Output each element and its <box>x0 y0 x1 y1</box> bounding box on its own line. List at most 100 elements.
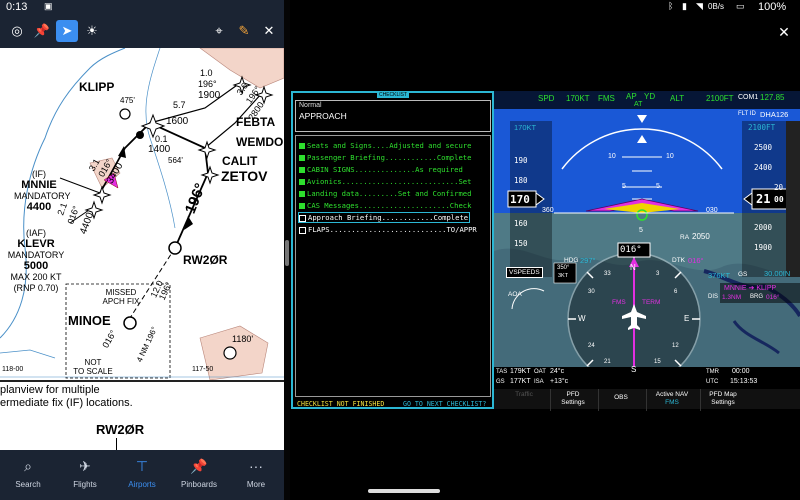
approach-chart[interactable]: KLIPP FEBTA WEMDO CALIT ZETOV RW2ØR MINO… <box>0 48 284 380</box>
transition-line-febta <box>149 82 241 124</box>
status-time: 0:13 <box>6 1 28 13</box>
dis-value: 1.3NM <box>722 294 742 301</box>
draw-pen-icon[interactable]: ✎ <box>233 20 255 42</box>
brightness-icon[interactable]: ☀ <box>81 20 103 42</box>
compass-12: 12 <box>672 343 679 349</box>
checklist-phase: Normal <box>299 102 322 109</box>
approach-chart-svg <box>0 48 284 380</box>
close-icon[interactable]: ✕ <box>774 22 794 42</box>
pitch-label: 5 <box>639 227 643 234</box>
com1-freq[interactable]: 127.85 <box>760 93 784 102</box>
compass-n: N <box>630 263 636 272</box>
klevr-name: KLEVR <box>17 238 55 250</box>
heading-tick-360: 360 <box>542 207 554 214</box>
go-to-next-checklist[interactable]: GO TO NEXT CHECKLIST? <box>403 400 486 408</box>
status-bar-left: 0:13 ▣ <box>0 0 284 14</box>
seg-10-label: 1.0 <box>200 68 213 78</box>
caption-line1: planview for multiple <box>0 384 100 396</box>
crosshair-icon[interactable]: ⌖ <box>208 20 230 42</box>
flt-id-label: FLT ID <box>738 111 756 117</box>
chart-toolbar: ◎ 📌 ➤ ☀ ⌖ ✎ ✕ <box>0 14 284 48</box>
klevr-max-speed: MAX 200 KT <box>10 272 62 282</box>
gs-value: 376KT <box>708 271 731 280</box>
split-handle[interactable] <box>285 240 289 266</box>
nts-line2: TO SCALE <box>73 367 113 376</box>
nav-airports-label: Airports <box>128 480 156 489</box>
nav-search[interactable]: ⌕ Search <box>0 450 56 500</box>
flt-id-value: DHA126 <box>760 110 789 119</box>
checklist-item[interactable]: CABIN SIGNS..............As required <box>299 165 463 174</box>
softkey-line2: FMS <box>665 399 679 406</box>
nav-flights-label: Flights <box>73 480 97 489</box>
baro-setting[interactable]: 30.00IN <box>764 269 790 278</box>
wifi-icon: ◥ <box>696 1 703 11</box>
pitch-label: 5 <box>656 183 660 190</box>
annunc-fms: FMS <box>598 94 615 103</box>
mnnie-name: MNNIE <box>21 179 57 191</box>
pin-icon: 📌 <box>190 458 208 474</box>
plane-icon: ✈ <box>79 458 91 474</box>
compass-3: 3 <box>656 271 660 277</box>
isa-value: +13°c <box>550 378 569 385</box>
hdg-value[interactable]: 297° <box>580 256 596 265</box>
checklist-item[interactable]: Landing data.........Set and Confirmed <box>299 189 471 198</box>
nav-from: MNNIE <box>724 285 747 292</box>
alt-selected[interactable]: 2100FT <box>748 123 775 132</box>
checklist-not-finished: CHECKLIST NOT FINISHED <box>297 400 385 408</box>
seg-01-label: 0.1 <box>155 134 168 144</box>
checklist-item-text: Approach Briefing............Complete <box>308 213 469 222</box>
checklist-item[interactable]: CAS Messages.....................Check <box>299 201 471 210</box>
location-arrow-icon[interactable]: ➤ <box>56 20 78 42</box>
tas-label: TAS <box>496 369 508 375</box>
klevr-rnp: (RNP 0.70) <box>13 283 59 293</box>
dtk-label: DTK <box>672 257 685 264</box>
checklist-tab: CHECKLIST <box>377 92 409 98</box>
softkey-traffic-label: Traffic <box>515 391 533 398</box>
caption-line2: ermediate fix (IF) locations. <box>0 397 133 409</box>
network-speed: 0B/s <box>708 2 725 11</box>
airspeed-tick: 160 <box>514 219 528 228</box>
nav-more[interactable]: ··· More <box>228 450 284 500</box>
compass-6: 6 <box>674 289 678 295</box>
softkey-pfd-settings[interactable]: PFD Settings <box>550 389 595 411</box>
alt-tick: 2500 <box>754 143 773 152</box>
primary-flight-display[interactable]: SPD 170KT FMS AP YD AT ALT 2100FT COM1 1… <box>494 91 800 389</box>
vspeeds-button[interactable]: VSPEEDS <box>506 267 543 278</box>
elev-475-label: 475' <box>120 96 135 105</box>
checklist-item[interactable]: Seats and Signs....Adjusted and secure <box>299 141 471 150</box>
annunc-alt-val: 2100FT <box>706 94 734 103</box>
alt-tick: 1900 <box>754 243 773 252</box>
nav-pinboards[interactable]: 📌 Pinboards <box>171 450 227 500</box>
softkey-obs-label: OBS <box>614 394 628 401</box>
compass-s: S <box>631 365 637 374</box>
alt-tick: 2400 <box>754 163 773 172</box>
softkey-line2: Settings <box>561 399 585 406</box>
minoe-fix <box>123 316 137 330</box>
ra-label: RA <box>680 234 690 241</box>
speed-bug-value[interactable]: 170KT <box>514 123 536 132</box>
nav-flights[interactable]: ✈ Flights <box>57 450 113 500</box>
airspeed-tick: 180 <box>514 176 528 185</box>
tmr-value[interactable]: 00:00 <box>732 368 750 375</box>
check-box-checked <box>299 167 305 173</box>
softkey-bar: Traffic PFD Settings OBS Active NAV FMS PF… <box>494 389 800 411</box>
lon-label-1: 118-00 <box>2 366 24 373</box>
close-icon[interactable]: ✕ <box>258 20 280 42</box>
current-heading: 016° <box>620 245 642 255</box>
brg-value: 016° <box>766 294 780 301</box>
nav-airports[interactable]: ⊤ Airports <box>114 450 170 500</box>
softkey-active-nav[interactable]: Active NAV FMS <box>646 389 697 411</box>
checklist-item-selected[interactable]: Approach Briefing............Complete <box>298 212 471 223</box>
softkey-obs[interactable]: OBS <box>598 389 643 411</box>
dtk-value: 016° <box>688 256 704 265</box>
checklist-item[interactable]: Avionics...........................Set <box>299 177 471 186</box>
checklist-item-text: Landing data.........Set and Confirmed <box>307 189 472 198</box>
layers-icon[interactable]: ◎ <box>6 20 28 42</box>
checklist-item[interactable]: Passenger Briefing............Complete <box>299 153 471 162</box>
softkey-traffic[interactable]: Traffic <box>502 389 546 411</box>
pin-icon[interactable]: 📌 <box>31 20 53 42</box>
softkey-pfd-map-settings[interactable]: PFD Map Settings <box>700 389 745 411</box>
checklist-header-box[interactable]: Normal APPROACH <box>295 100 491 132</box>
checklist-item[interactable]: FLAPS...........................TO/APPR <box>299 225 477 234</box>
home-gesture-bar[interactable] <box>368 489 440 493</box>
